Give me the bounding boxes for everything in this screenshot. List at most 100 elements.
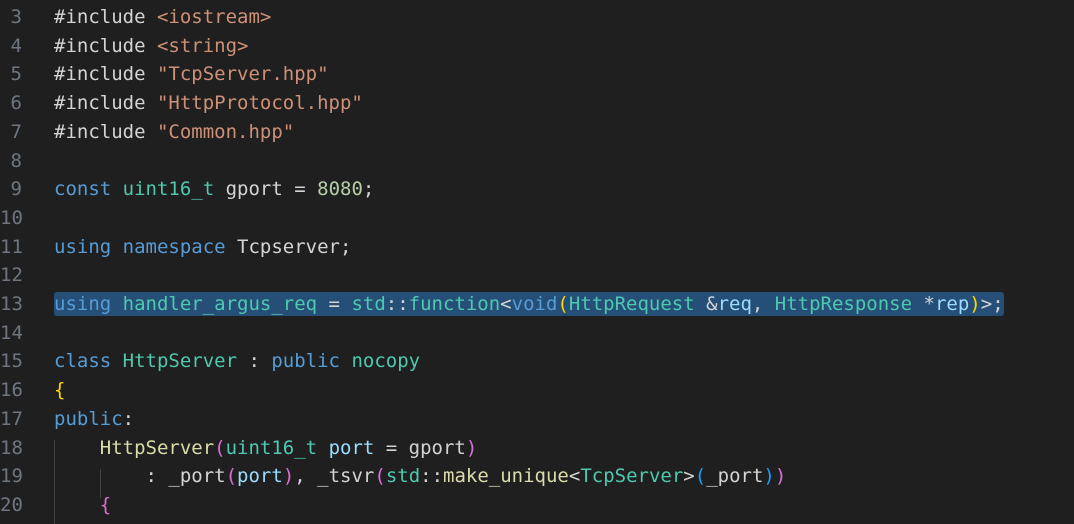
code-line[interactable]: 6 #include "HttpProtocol.hpp" — [0, 89, 1074, 118]
code-token: "Common.hpp" — [156, 120, 295, 143]
code-line[interactable]: 9 const uint16_t gport = 8080; — [0, 175, 1074, 204]
code-token: nocopy — [351, 350, 421, 373]
code-line[interactable]: 8 — [0, 147, 1074, 176]
code-token: :: — [420, 465, 444, 488]
line-number: 13 — [0, 293, 23, 315]
code-line[interactable]: 14 — [0, 319, 1074, 348]
code-line[interactable]: 12 — [0, 261, 1074, 290]
code-token: ) — [774, 465, 787, 488]
code-token: ( — [225, 465, 238, 488]
code-token: ) — [763, 465, 775, 488]
line-number: 18 — [0, 436, 23, 459]
code-token: #include — [54, 92, 157, 115]
line-number: 16 — [0, 379, 23, 402]
code-token: gport — [408, 436, 466, 459]
code-token: port — [317, 436, 386, 459]
code-token: = — [385, 436, 409, 459]
code-token: public — [271, 350, 352, 373]
code-token: HttpResponse — [774, 293, 913, 315]
selection-highlight: using handler_argus_req = std::function<… — [54, 292, 1004, 316]
code-token: port — [237, 465, 283, 488]
code-token: ( — [694, 465, 707, 488]
code-text: { — [54, 491, 111, 520]
code-token: ) — [969, 293, 981, 315]
code-token: public — [54, 407, 123, 430]
code-line[interactable]: 7 #include "Common.hpp" — [0, 118, 1074, 147]
code-token: std — [351, 293, 386, 315]
code-line[interactable]: 17 public: — [0, 405, 1074, 434]
line-number: 15 — [0, 350, 23, 373]
code-token: >; — [980, 293, 1004, 315]
code-text: class HttpServer : public nocopy — [54, 347, 420, 376]
code-token: : — [237, 350, 272, 373]
code-token: _tsvr — [317, 465, 375, 488]
code-token: #include — [54, 34, 157, 57]
line-number: 7 — [10, 120, 22, 143]
code-token: = — [294, 178, 318, 201]
code-token: , — [751, 293, 775, 315]
code-text: { — [54, 376, 65, 405]
code-token: using — [54, 235, 123, 258]
code-token: TcpServer — [580, 465, 684, 488]
code-token: Tcpserver — [237, 235, 340, 258]
code-text: #include <string> — [54, 32, 248, 61]
code-token: using — [54, 293, 123, 315]
code-line[interactable]: 11 using namespace Tcpserver; — [0, 233, 1074, 262]
code-token: req — [717, 293, 752, 315]
code-token: #include — [54, 6, 157, 28]
code-token: "TcpServer.hpp" — [156, 63, 329, 86]
code-token: void — [511, 293, 558, 315]
line-number: 5 — [10, 63, 22, 86]
line-number: 20 — [0, 493, 23, 516]
code-token: _port — [168, 465, 226, 488]
code-token: std — [385, 465, 421, 488]
line-number: 14 — [0, 321, 23, 344]
code-editor[interactable]: 3 #include <iostream> 4 #include <string> 5 #… — [0, 0, 1074, 524]
code-line[interactable]: 19 : _port(port), _tsvr(std::make_unique… — [0, 462, 1074, 491]
code-token: uint16_t — [122, 178, 215, 201]
code-token: make_unique — [443, 465, 569, 488]
code-line[interactable]: 4 #include <string> — [0, 32, 1074, 61]
code-token: gport — [214, 178, 295, 201]
code-token: > — [683, 465, 695, 488]
code-token: < — [500, 293, 512, 315]
code-token: 8080 — [317, 178, 363, 201]
code-line[interactable]: 15 class HttpServer : public nocopy — [0, 347, 1074, 376]
code-line[interactable]: 5 #include "TcpServer.hpp" — [0, 60, 1074, 89]
code-token: ; — [362, 178, 375, 201]
code-token: { — [99, 493, 112, 516]
code-token: function — [408, 293, 501, 315]
code-line[interactable]: 18 HttpServer(uint16_t port = gport) — [0, 434, 1074, 463]
code-token: : — [122, 407, 135, 430]
line-number: 12 — [0, 264, 23, 287]
code-token: * — [912, 293, 935, 315]
code-text: : _port(port), _tsvr(std::make_unique<Tc… — [54, 462, 787, 491]
code-line[interactable]: 13 using handler_argus_req = std::functio… — [0, 290, 1074, 319]
code-token: ( — [214, 436, 226, 459]
line-number: 6 — [10, 92, 22, 115]
code-token: ( — [557, 293, 569, 315]
code-token: & — [694, 293, 718, 315]
line-number: 11 — [0, 235, 23, 258]
code-token: < — [568, 465, 581, 488]
code-token: = — [317, 293, 352, 315]
code-line[interactable]: 20 { — [0, 491, 1074, 520]
code-token: ) — [465, 436, 478, 459]
code-token: #include — [54, 120, 157, 143]
code-text: using handler_argus_req = std::function<… — [54, 290, 1004, 319]
code-line[interactable]: 16 { — [0, 376, 1074, 405]
code-text: HttpServer(uint16_t port = gport) — [54, 434, 478, 463]
code-token: const — [54, 178, 123, 201]
code-text: #include "TcpServer.hpp" — [54, 60, 329, 89]
code-line[interactable]: 10 — [0, 204, 1074, 233]
line-number: 8 — [10, 149, 22, 172]
code-text: #include <iostream> — [54, 3, 271, 32]
code-line[interactable]: 3 #include <iostream> — [0, 3, 1074, 32]
code-token: { — [54, 379, 66, 402]
code-token: :: — [385, 293, 409, 315]
code-token: HttpServer — [122, 350, 238, 373]
code-token: HttpRequest — [568, 293, 695, 315]
code-text: #include "Common.hpp" — [54, 118, 294, 147]
code-token: uint16_t — [225, 436, 318, 459]
